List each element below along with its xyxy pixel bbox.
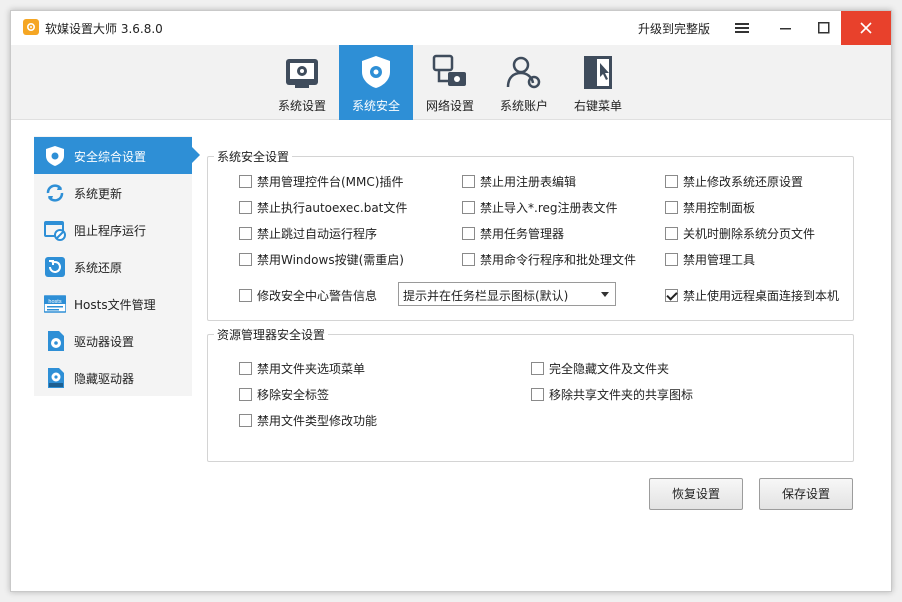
checkbox[interactable]	[665, 226, 678, 240]
app-logo-icon	[23, 19, 39, 35]
app-window: 软媒设置大师 3.6.8.0 升级到完整版 系统设置 系统安全 网络设置 系统账…	[10, 10, 892, 592]
drive-icon	[48, 331, 64, 351]
checkbox[interactable]	[239, 174, 252, 188]
sidebar-item-label: 系统还原	[74, 261, 123, 275]
shield-icon	[46, 146, 64, 166]
tab-label: 系统账户	[499, 99, 548, 113]
tab-system-accounts[interactable]: 系统账户	[487, 45, 561, 120]
sidebar-item-block-programs[interactable]: 阻止程序运行	[34, 211, 192, 248]
option-disable-control-panel[interactable]: 禁用控制面板	[665, 199, 755, 215]
window-title: 软媒设置大师 3.6.8.0	[45, 22, 163, 36]
checkbox[interactable]	[239, 288, 252, 302]
option-disable-remote-desktop[interactable]: 禁止使用远程桌面连接到本机	[665, 287, 839, 303]
option-disable-skip-autorun[interactable]: 禁止跳过自动运行程序	[239, 225, 377, 241]
option-disable-cmd[interactable]: 禁用命令行程序和批处理文件	[462, 251, 636, 267]
checkbox[interactable]	[239, 226, 252, 240]
option-disable-regedit[interactable]: 禁止用注册表编辑	[462, 173, 576, 189]
checkbox[interactable]	[239, 387, 252, 401]
sidebar-item-label: 阻止程序运行	[74, 224, 147, 238]
group-title: 资源管理器安全设置	[214, 326, 329, 343]
sidebar-item-system-update[interactable]: 系统更新	[34, 174, 192, 211]
block-program-icon	[44, 221, 66, 241]
checkbox[interactable]	[239, 252, 252, 266]
option-security-center-warning[interactable]: 修改安全中心警告信息	[239, 287, 377, 303]
option-disable-admin-tools[interactable]: 禁用管理工具	[665, 251, 755, 267]
system-settings-icon	[286, 59, 318, 88]
checkbox[interactable]	[531, 361, 544, 375]
option-disable-autoexec[interactable]: 禁止执行autoexec.bat文件	[239, 199, 407, 215]
tab-network-settings[interactable]: 网络设置	[413, 45, 487, 120]
tab-label: 系统设置	[277, 99, 326, 113]
title-bar: 软媒设置大师 3.6.8.0 升级到完整版	[11, 11, 891, 45]
sidebar-item-drive-settings[interactable]: 驱动器设置	[34, 322, 192, 359]
close-icon[interactable]	[841, 11, 891, 45]
sidebar-item-hosts-file[interactable]: hosts Hosts文件管理	[34, 285, 192, 322]
tab-context-menu[interactable]: 右键菜单	[561, 45, 635, 120]
sidebar-item-label: Hosts文件管理	[74, 298, 156, 312]
option-disable-folder-options[interactable]: 禁用文件夹选项菜单	[239, 360, 365, 376]
checkbox[interactable]	[462, 200, 475, 214]
checkbox[interactable]	[239, 361, 252, 375]
security-shield-icon	[362, 56, 390, 88]
option-remove-share-icon[interactable]: 移除共享文件夹的共享图标	[531, 386, 693, 402]
minimize-icon[interactable]	[768, 11, 804, 45]
sidebar: 安全综合设置 系统更新 阻止程序运行 系统还原 hosts Hosts文件管理 …	[34, 136, 200, 396]
checkbox[interactable]	[462, 252, 475, 266]
sidebar-item-security-overview[interactable]: 安全综合设置	[34, 137, 200, 174]
hide-drive-icon	[48, 368, 64, 388]
user-accounts-icon	[506, 56, 541, 89]
option-disable-task-manager[interactable]: 禁用任务管理器	[462, 225, 564, 241]
checkbox[interactable]	[665, 288, 678, 302]
context-menu-icon	[584, 56, 612, 89]
menu-icon[interactable]	[724, 11, 760, 45]
tab-label: 网络设置	[425, 99, 474, 113]
option-remove-security-tab[interactable]: 移除安全标签	[239, 386, 329, 402]
checkbox[interactable]	[665, 200, 678, 214]
update-icon	[46, 184, 64, 202]
sidebar-item-label: 驱动器设置	[74, 335, 135, 349]
sidebar-item-label: 隐藏驱动器	[74, 372, 135, 386]
sidebar-item-hide-drives[interactable]: 隐藏驱动器	[34, 359, 192, 396]
checkbox[interactable]	[462, 174, 475, 188]
active-indicator-arrow	[192, 147, 200, 163]
network-icon	[432, 54, 466, 86]
tab-label: 系统安全	[351, 99, 400, 113]
option-clear-pagefile[interactable]: 关机时删除系统分页文件	[665, 225, 815, 241]
sidebar-item-label: 系统更新	[74, 187, 123, 201]
option-disable-reg-import[interactable]: 禁止导入*.reg注册表文件	[462, 199, 618, 215]
sidebar-item-system-restore[interactable]: 系统还原	[34, 248, 192, 285]
dropdown-value: 提示并在任务栏显示图标(默认)	[403, 289, 569, 303]
restore-icon	[45, 257, 65, 277]
option-fully-hide-files[interactable]: 完全隐藏文件及文件夹	[531, 360, 669, 376]
tab-label: 右键菜单	[573, 99, 622, 113]
upgrade-link[interactable]: 升级到完整版	[638, 20, 710, 37]
security-center-dropdown[interactable]: 提示并在任务栏显示图标(默认)	[398, 282, 616, 306]
tab-system-settings[interactable]: 系统设置	[265, 45, 339, 120]
maximize-icon[interactable]	[806, 11, 842, 45]
checkbox[interactable]	[665, 252, 678, 266]
hosts-file-icon: hosts	[44, 295, 66, 313]
save-button[interactable]: 保存设置	[759, 478, 853, 510]
checkbox[interactable]	[462, 226, 475, 240]
sidebar-item-label: 安全综合设置	[74, 150, 147, 164]
option-disable-restore-settings[interactable]: 禁止修改系统还原设置	[665, 173, 803, 189]
option-disable-filetype-edit[interactable]: 禁用文件类型修改功能	[239, 412, 377, 428]
checkbox[interactable]	[665, 174, 678, 188]
restore-button[interactable]: 恢复设置	[649, 478, 743, 510]
option-disable-mmc[interactable]: 禁用管理控件台(MMC)插件	[239, 173, 403, 189]
main-tab-bar: 系统设置 系统安全 网络设置 系统账户 右键菜单	[11, 45, 891, 120]
chevron-down-icon	[601, 292, 609, 297]
checkbox[interactable]	[531, 387, 544, 401]
checkbox[interactable]	[239, 200, 252, 214]
group-title: 系统安全设置	[214, 148, 293, 165]
checkbox[interactable]	[239, 413, 252, 427]
svg-text:hosts: hosts	[48, 299, 61, 305]
tab-system-security[interactable]: 系统安全	[339, 45, 413, 120]
option-disable-windows-key[interactable]: 禁用Windows按键(需重启)	[239, 251, 404, 267]
